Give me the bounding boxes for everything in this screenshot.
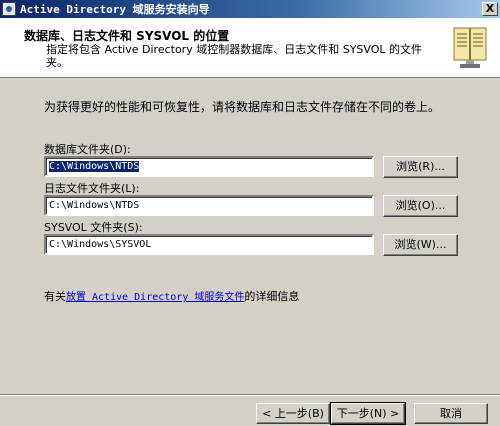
database-folder-value: C:\Windows\NTDS [49, 161, 140, 172]
intro-text: 为获得更好的性能和可恢复性，请将数据库和日志文件存储在不同的卷上。 [44, 100, 441, 114]
sysvol-folder-input[interactable]: C:\Windows\SYSVOL [44, 234, 374, 255]
log-folder-value: C:\Windows\NTDS [49, 200, 140, 211]
more-info-text: 有关放置 Active Directory 域服务文件的详细信息 [44, 288, 299, 304]
next-button[interactable]: 下一步(N) > [330, 402, 406, 425]
more-info-prefix: 有关 [44, 290, 66, 303]
more-info-link[interactable]: 放置 Active Directory 域服务文件 [66, 292, 244, 303]
footer-divider [0, 394, 500, 396]
log-folder-input[interactable]: C:\Windows\NTDS [44, 195, 374, 216]
sysvol-folder-label: SYSVOL 文件夹(S): [44, 221, 143, 234]
window-title: Active Directory 域服务安装向导 [20, 3, 210, 16]
log-folder-label: 日志文件文件夹(L): [44, 182, 140, 195]
browse-sysvol-button[interactable]: 浏览(W)... [383, 234, 458, 256]
wizard-header: 数据库、日志文件和 SYSVOL 的位置 指定将包含 Active Direct… [0, 18, 500, 78]
browse-log-button[interactable]: 浏览(O)... [383, 195, 458, 217]
page-description: 指定将包含 Active Directory 域控制器数据库、日志文件和 SYS… [46, 43, 423, 69]
cancel-button[interactable]: 取消 [414, 403, 488, 424]
close-button[interactable]: X [482, 2, 498, 16]
browse-database-button[interactable]: 浏览(R)... [383, 156, 458, 178]
title-bar: Active Directory 域服务安装向导 X [0, 0, 500, 18]
sysvol-folder-value: C:\Windows\SYSVOL [49, 239, 152, 250]
back-button[interactable]: < 上一步(B) [256, 403, 330, 424]
book-icon [453, 27, 487, 68]
database-folder-input[interactable]: C:\Windows\NTDS [44, 156, 374, 177]
database-folder-label: 数据库文件夹(D): [44, 143, 131, 156]
more-info-suffix: 的详细信息 [244, 290, 300, 303]
page-title: 数据库、日志文件和 SYSVOL 的位置 [24, 29, 230, 43]
app-icon [2, 2, 16, 16]
